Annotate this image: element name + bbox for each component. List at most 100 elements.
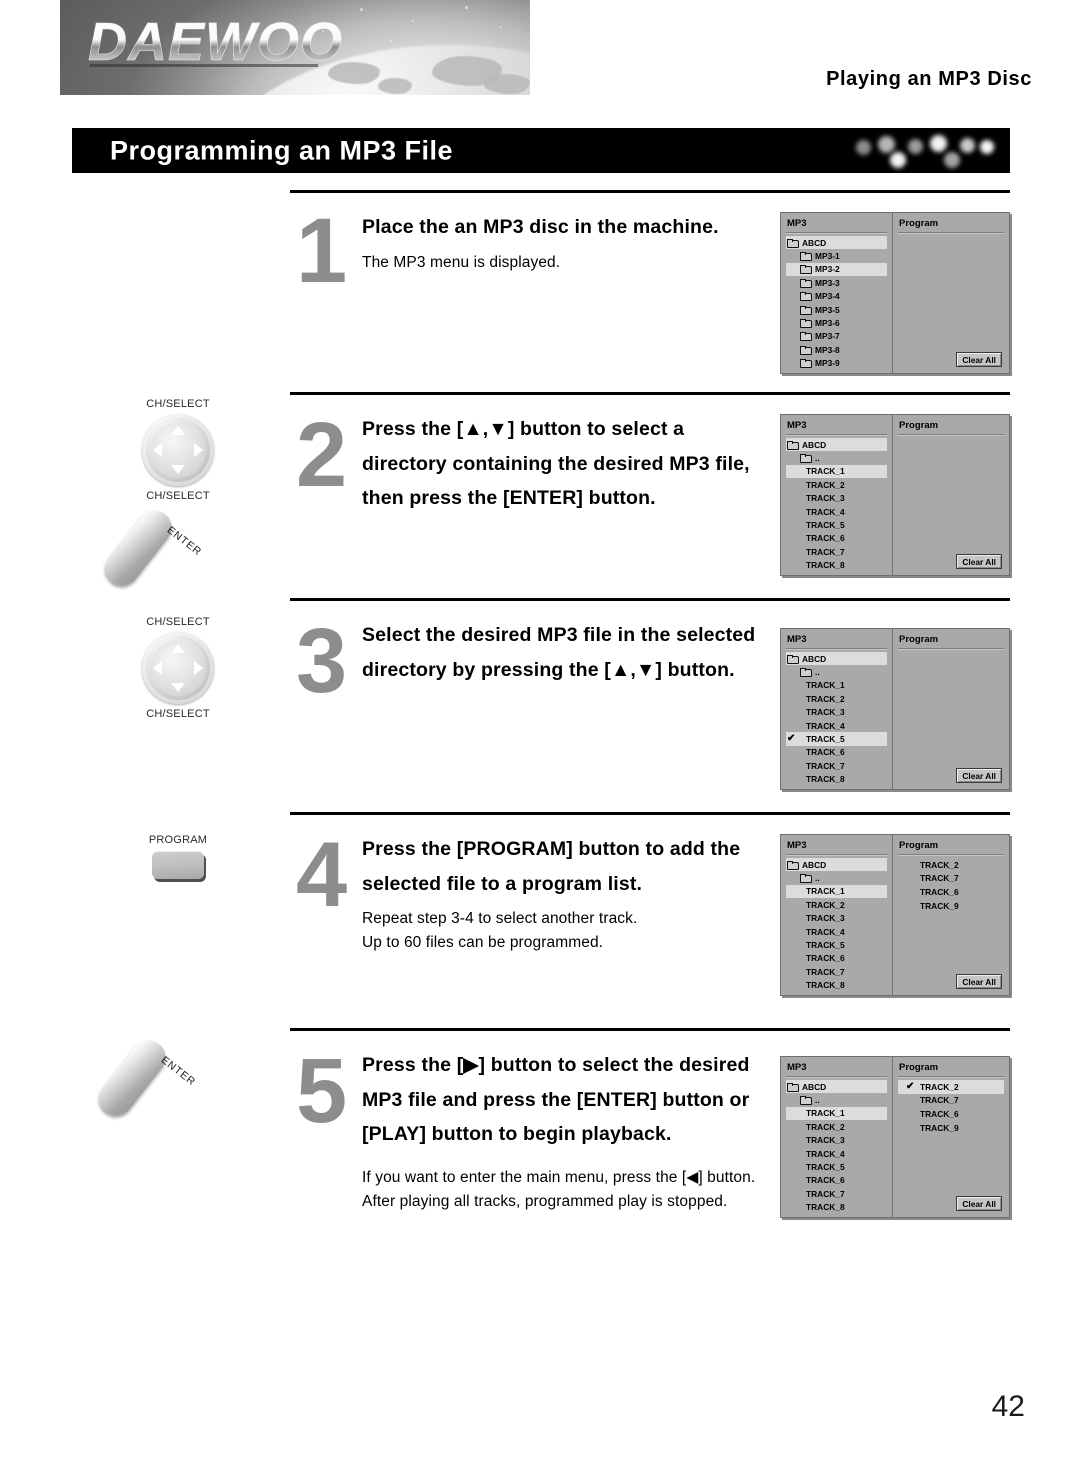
list-item[interactable]: ABCD — [786, 858, 887, 872]
list-item[interactable]: TRACK_8 — [786, 1201, 887, 1214]
program-list: ✔ TRACK_2 TRACK_7 TRACK_6 TRACK_9 — [898, 1080, 1004, 1134]
list-item[interactable]: TRACK_2 — [786, 898, 887, 911]
list-item[interactable]: ABCD — [786, 652, 887, 666]
list-item[interactable]: TRACK_6 — [786, 952, 887, 965]
list-item[interactable]: TRACK_2 — [786, 1120, 887, 1133]
list-item[interactable]: TRACK_5 — [786, 1160, 887, 1173]
folder-icon — [800, 668, 812, 678]
arrow-up-icon[interactable] — [171, 644, 185, 653]
list-item[interactable]: MP3-3 — [786, 276, 887, 289]
arrow-down-icon[interactable] — [171, 683, 185, 692]
program-list-item[interactable]: TRACK_7 — [898, 872, 1004, 886]
step-subtext-line: Repeat step 3-4 to select another track. — [362, 910, 638, 928]
list-item-label: MP3-5 — [815, 304, 840, 315]
list-item[interactable]: MP3-6 — [786, 316, 887, 329]
osd-program-panel: Program Clear All — [893, 415, 1009, 575]
enter-button[interactable]: ENTER — [98, 503, 224, 593]
osd-panel-title: MP3 — [787, 218, 807, 229]
program-list-item[interactable]: ✔ TRACK_2 — [898, 1080, 1004, 1094]
osd-panel-title: MP3 — [787, 420, 807, 431]
list-item[interactable]: ABCD — [786, 1080, 887, 1094]
list-item[interactable]: MP3-7 — [786, 330, 887, 343]
program-list-item[interactable]: TRACK_9 — [898, 1121, 1004, 1135]
list-item[interactable]: TRACK_2 — [786, 692, 887, 705]
list-item[interactable]: TRACK_4 — [786, 1147, 887, 1160]
osd-program-panel: Program ✔ TRACK_2 TRACK_7 TRACK_6 TRACK_… — [893, 1057, 1009, 1217]
list-item-label: TRACK_8 — [806, 980, 845, 991]
folder-icon — [787, 654, 799, 664]
clear-all-button[interactable]: Clear All — [956, 352, 1002, 367]
list-item[interactable]: TRACK_3 — [786, 706, 887, 719]
list-item[interactable]: TRACK_3 — [786, 912, 887, 925]
list-item[interactable]: TRACK_7 — [786, 1187, 887, 1200]
list-item-label: TRACK_6 — [806, 1175, 845, 1186]
list-item[interactable]: MP3-5 — [786, 303, 887, 316]
clear-all-button[interactable]: Clear All — [956, 974, 1002, 989]
list-item[interactable]: MP3-4 — [786, 290, 887, 303]
list-item[interactable]: TRACK_1 — [786, 679, 887, 692]
arrow-up-icon[interactable] — [171, 426, 185, 435]
program-list-item[interactable]: TRACK_9 — [898, 899, 1004, 913]
osd-screen-3: MP3 ABCD .. TRACK_1 TRACK_2 TRACK_3 TRAC… — [780, 628, 1010, 790]
list-item[interactable]: TRACK_8 — [786, 979, 887, 992]
program-list-item[interactable]: TRACK_2 — [898, 858, 1004, 872]
arrow-down-icon[interactable] — [171, 465, 185, 474]
program-list-item[interactable]: TRACK_6 — [898, 885, 1004, 899]
arrow-left-icon[interactable] — [153, 661, 162, 675]
list-item[interactable]: TRACK_8 — [786, 773, 887, 786]
list-item[interactable]: TRACK_6 — [786, 1174, 887, 1187]
list-item[interactable]: TRACK_2 — [786, 478, 887, 491]
list-item[interactable]: TRACK_1 — [786, 1106, 887, 1121]
program-button[interactable] — [152, 851, 204, 879]
step-divider — [290, 1028, 1010, 1031]
list-item[interactable]: .. — [786, 451, 887, 464]
ch-select-dpad[interactable] — [142, 632, 214, 704]
step-subtext-line: Up to 60 files can be programmed. — [362, 934, 604, 952]
list-item[interactable]: ABCD — [786, 438, 887, 452]
list-item[interactable]: TRACK_3 — [786, 1134, 887, 1147]
enter-button[interactable]: ENTER — [92, 1033, 218, 1123]
list-item-label: MP3-7 — [815, 331, 840, 342]
arrow-right-icon[interactable] — [194, 443, 203, 457]
program-item-label: TRACK_2 — [920, 859, 959, 870]
list-item[interactable]: MP3-1 — [786, 249, 887, 262]
list-item[interactable]: ✔ TRACK_5 — [786, 732, 887, 746]
list-item[interactable]: ABCD — [786, 236, 887, 250]
clear-all-button[interactable]: Clear All — [956, 768, 1002, 783]
list-item[interactable]: TRACK_6 — [786, 532, 887, 545]
clear-all-button[interactable]: Clear All — [956, 1196, 1002, 1211]
list-item[interactable]: TRACK_1 — [786, 884, 887, 899]
list-item[interactable]: .. — [786, 871, 887, 884]
list-item[interactable]: TRACK_4 — [786, 925, 887, 938]
list-item-label: MP3-9 — [815, 358, 840, 369]
list-item[interactable]: TRACK_5 — [786, 938, 887, 951]
list-item[interactable]: TRACK_4 — [786, 719, 887, 732]
ch-select-dpad[interactable] — [142, 414, 214, 486]
step-heading: Place the an MP3 disc in the machine. — [362, 216, 719, 238]
list-item[interactable]: TRACK_3 — [786, 492, 887, 505]
list-item[interactable]: .. — [786, 665, 887, 678]
list-item[interactable]: TRACK_4 — [786, 505, 887, 518]
arrow-left-icon[interactable] — [153, 443, 162, 457]
list-item-label: TRACK_3 — [806, 493, 845, 504]
list-item[interactable]: TRACK_6 — [786, 746, 887, 759]
folder-icon — [800, 332, 812, 342]
list-item-label: TRACK_8 — [806, 774, 845, 785]
list-item[interactable]: TRACK_7 — [786, 965, 887, 978]
program-list-item[interactable]: TRACK_6 — [898, 1107, 1004, 1121]
folder-icon — [800, 278, 812, 288]
program-list-item[interactable]: TRACK_7 — [898, 1094, 1004, 1108]
osd-panel-title: MP3 — [787, 840, 807, 851]
list-item[interactable]: MP3-2 — [786, 262, 887, 277]
arrow-right-icon[interactable] — [194, 661, 203, 675]
osd-screen-5: MP3 ABCD .. TRACK_1 TRACK_2 TRACK_3 TRAC… — [780, 1056, 1010, 1218]
list-item[interactable]: MP3-9 — [786, 357, 887, 370]
list-item[interactable]: TRACK_1 — [786, 464, 887, 479]
clear-all-button[interactable]: Clear All — [956, 554, 1002, 569]
list-item[interactable]: TRACK_7 — [786, 759, 887, 772]
list-item[interactable]: TRACK_5 — [786, 518, 887, 531]
list-item[interactable]: TRACK_7 — [786, 545, 887, 558]
list-item[interactable]: MP3-8 — [786, 343, 887, 356]
list-item[interactable]: .. — [786, 1093, 887, 1106]
list-item[interactable]: TRACK_8 — [786, 559, 887, 572]
